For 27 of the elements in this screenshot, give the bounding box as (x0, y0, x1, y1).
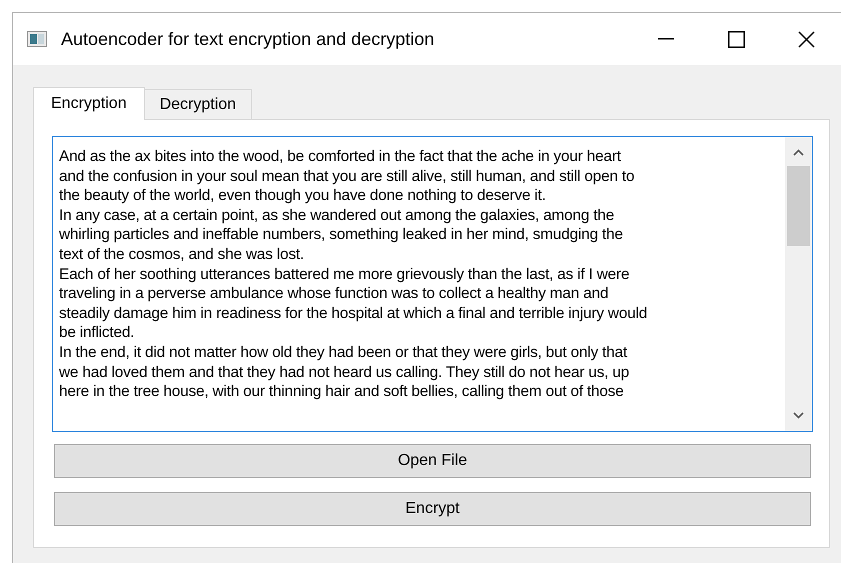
action-button[interactable]: Open File (54, 444, 811, 478)
text-line: In any case, at a certain point, as she wandered out among the galaxies, among the (59, 206, 616, 226)
scrollbar[interactable] (785, 137, 812, 431)
tab[interactable]: Decryption (144, 89, 252, 119)
window-title: Autoencoder for text encryption and decryption (61, 28, 434, 51)
tab[interactable]: Encryption (33, 87, 145, 120)
maximize-icon (728, 30, 744, 48)
text-line: And as the ax bites into the wood, be comforted in the fact that the ache in your heart (59, 147, 622, 167)
text-line: we had loved them and that they had not heard us calling. They still do not hear us, up (59, 362, 630, 382)
minimize-icon (658, 38, 674, 40)
text-area[interactable] (52, 136, 813, 432)
app-icon (27, 31, 47, 47)
scroll-down-icon[interactable] (793, 412, 804, 419)
close-icon (798, 30, 814, 48)
text-line: be inflicted. (59, 323, 136, 343)
text-line: the beauty of the world, even though you have done nothing to deserve it. (59, 186, 547, 206)
text-line: traveling in a perverse ambulance whose function was to collect a healthy man and (59, 284, 610, 304)
text-line: text of the cosmos, and she was lost. (59, 244, 305, 265)
scroll-thumb[interactable] (787, 166, 810, 246)
text-line: here in the tree house, with our thinning hair and soft bellies, calling them out of those (59, 382, 625, 402)
text-line: and the confusion in your soul mean that you are still alive, still human, and still open to (59, 166, 636, 186)
scroll-up-icon[interactable] (793, 149, 804, 156)
text-line: In the end, it did not matter how old they had been or that they were girls, but only that (59, 342, 628, 363)
action-button[interactable]: Encrypt (54, 492, 811, 526)
text-line: whirling particles and ineffable numbers, something leaked in her mind, smudging the (59, 225, 624, 245)
text-line: steadily damage him in readiness for the hospital at which a final and terrible injury would (59, 304, 648, 324)
text-line: Each of her soothing utterances battered me more grievously than the last, as if I were (59, 264, 630, 284)
